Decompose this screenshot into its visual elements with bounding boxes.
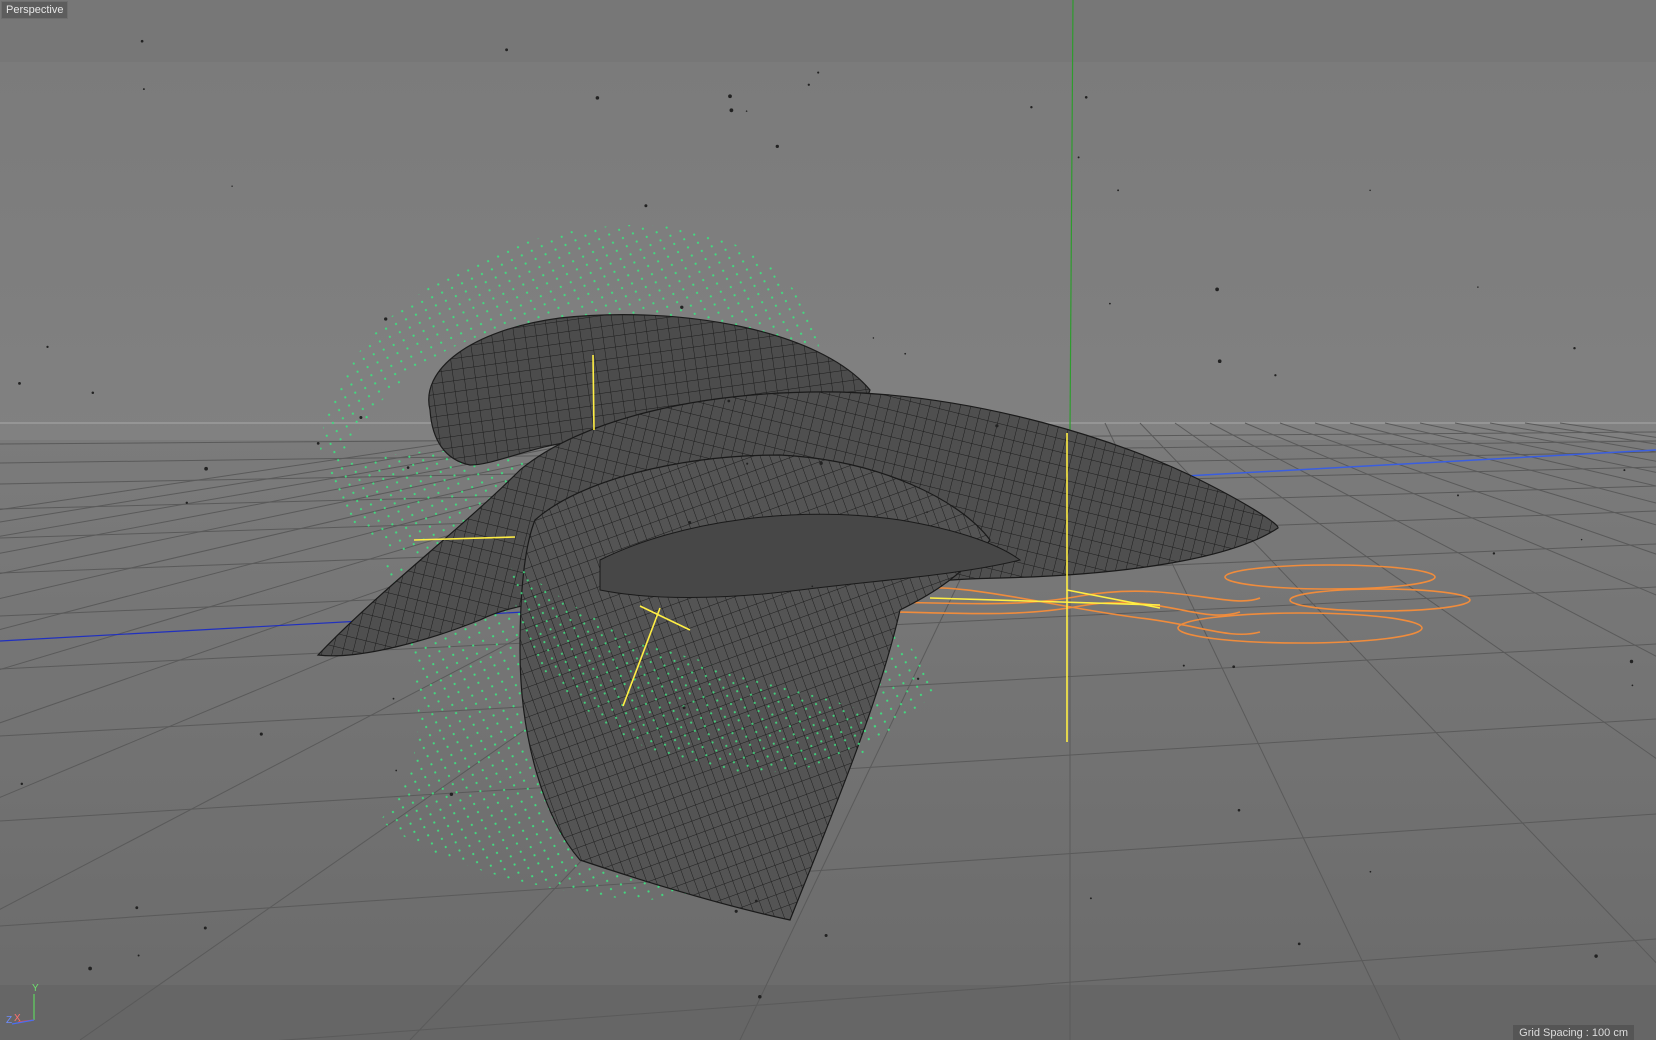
- grid-spacing-readout: Grid Spacing : 100 cm: [1513, 1025, 1634, 1040]
- axis-gizmo: Y Z X: [4, 983, 44, 1026]
- viewport-sky-band: [0, 0, 1656, 62]
- axis-y-label: Y: [32, 983, 39, 994]
- 3d-viewport[interactable]: Perspective Y Z X Grid Spacing : 100 cm: [0, 0, 1656, 1040]
- viewport-scene[interactable]: [0, 0, 1656, 1040]
- viewport-floor-bottom-band: [0, 985, 1656, 1040]
- axis-z-label: Z: [6, 1015, 13, 1026]
- view-name-label[interactable]: Perspective: [1, 1, 69, 19]
- axis-x-label: X: [14, 1013, 21, 1024]
